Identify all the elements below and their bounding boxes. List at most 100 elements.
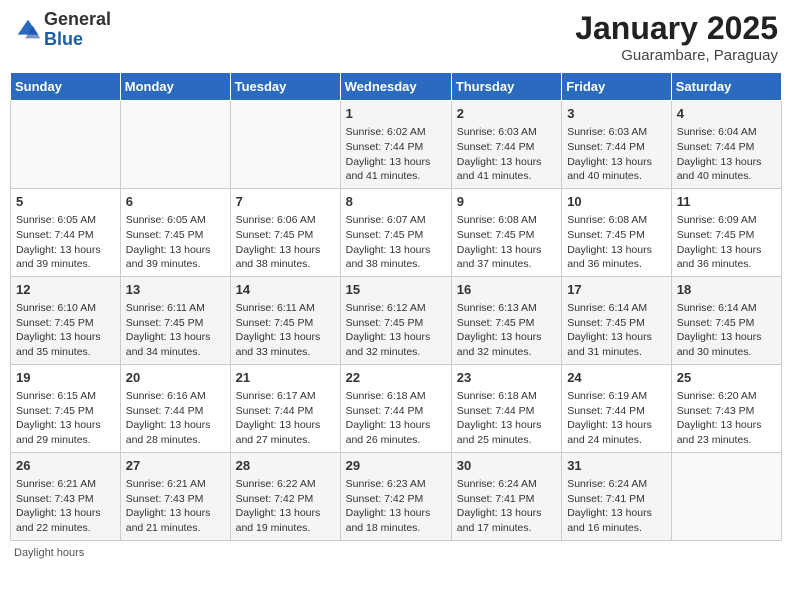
day-number: 16 xyxy=(457,281,556,299)
day-info: Sunrise: 6:07 AM Sunset: 7:45 PM Dayligh… xyxy=(346,213,446,272)
calendar-day-cell: 24Sunrise: 6:19 AM Sunset: 7:44 PM Dayli… xyxy=(562,364,672,452)
day-number: 13 xyxy=(126,281,225,299)
day-number: 15 xyxy=(346,281,446,299)
day-info: Sunrise: 6:24 AM Sunset: 7:41 PM Dayligh… xyxy=(567,477,666,536)
day-of-week-header: Friday xyxy=(562,73,672,101)
logo: General Blue xyxy=(14,10,111,50)
calendar-day-cell: 16 Sunrise: 6:13 AM Sunset: 7:45 PM Dayli… xyxy=(451,276,561,364)
day-info: Sunrise: 6:18 AM Sunset: 7:44 PM Dayligh… xyxy=(346,389,446,448)
day-number: 2 xyxy=(457,105,556,123)
calendar-day-cell xyxy=(230,101,340,189)
calendar-day-cell: 8 Sunrise: 6:07 AM Sunset: 7:45 PM Daylig… xyxy=(340,188,451,276)
calendar-day-cell: 14 Sunrise: 6:11 AM Sunset: 7:45 PM Dayli… xyxy=(230,276,340,364)
day-info: Sunrise: 6:06 AM Sunset: 7:45 PM Dayligh… xyxy=(236,213,335,272)
calendar-day-cell: 22 Sunrise: 6:18 AM Sunset: 7:44 PM Dayli… xyxy=(340,364,451,452)
day-of-week-header: Saturday xyxy=(671,73,781,101)
day-number: 17 xyxy=(567,281,666,299)
day-number: 18 xyxy=(677,281,776,299)
day-number: 3 xyxy=(567,105,666,123)
day-info: Sunrise: 6:08 AM Sunset: 7:45 PM Dayligh… xyxy=(567,213,666,272)
day-of-week-header: Thursday xyxy=(451,73,561,101)
day-number: 14 xyxy=(236,281,335,299)
day-number: 30 xyxy=(457,457,556,475)
day-info: Sunrise: 6:24 AM Sunset: 7:41 PM Dayligh… xyxy=(457,477,556,536)
calendar-day-cell: 27Sunrise: 6:21 AM Sunset: 7:43 PM Dayli… xyxy=(120,452,230,540)
calendar-day-cell xyxy=(671,452,781,540)
daylight-label: Daylight hours xyxy=(14,547,84,559)
day-info: Sunrise: 6:21 AM Sunset: 7:43 PM Dayligh… xyxy=(16,477,115,536)
day-number: 1 xyxy=(346,105,446,123)
calendar-day-cell: 11 Sunrise: 6:09 AM Sunset: 7:45 PM Dayli… xyxy=(671,188,781,276)
calendar-day-cell: 31 Sunrise: 6:24 AM Sunset: 7:41 PM Dayli… xyxy=(562,452,672,540)
calendar-week-row: 1Sunrise: 6:02 AM Sunset: 7:44 PM Daylig… xyxy=(11,101,782,189)
day-info: Sunrise: 6:09 AM Sunset: 7:45 PM Dayligh… xyxy=(677,213,776,272)
calendar-day-cell xyxy=(11,101,121,189)
logo-text: General Blue xyxy=(44,10,111,50)
calendar-day-cell: 26 Sunrise: 6:21 AM Sunset: 7:43 PM Dayli… xyxy=(11,452,121,540)
day-info: Sunrise: 6:05 AM Sunset: 7:45 PM Dayligh… xyxy=(126,213,225,272)
calendar-week-row: 12 Sunrise: 6:10 AM Sunset: 7:45 PM Dayli… xyxy=(11,276,782,364)
day-number: 8 xyxy=(346,193,446,211)
day-of-week-header: Monday xyxy=(120,73,230,101)
page-header: General Blue January 2025 Guarambare, Pa… xyxy=(10,10,782,64)
calendar-day-cell: 20 Sunrise: 6:16 AM Sunset: 7:44 PM Dayli… xyxy=(120,364,230,452)
day-info: Sunrise: 6:10 AM Sunset: 7:45 PM Dayligh… xyxy=(16,301,115,360)
calendar-day-cell: 6 Sunrise: 6:05 AM Sunset: 7:45 PM Daylig… xyxy=(120,188,230,276)
day-info: Sunrise: 6:15 AM Sunset: 7:45 PM Dayligh… xyxy=(16,389,115,448)
calendar-table: SundayMondayTuesdayWednesdayThursdayFrid… xyxy=(10,72,782,541)
day-info: Sunrise: 6:19 AM Sunset: 7:44 PM Dayligh… xyxy=(567,389,666,448)
day-number: 19 xyxy=(16,369,115,387)
day-number: 4 xyxy=(677,105,776,123)
day-info: Sunrise: 6:14 AM Sunset: 7:45 PM Dayligh… xyxy=(567,301,666,360)
day-info: Sunrise: 6:13 AM Sunset: 7:45 PM Dayligh… xyxy=(457,301,556,360)
day-number: 26 xyxy=(16,457,115,475)
day-info: Sunrise: 6:03 AM Sunset: 7:44 PM Dayligh… xyxy=(457,125,556,184)
day-number: 7 xyxy=(236,193,335,211)
day-number: 27 xyxy=(126,457,225,475)
calendar-day-cell: 13Sunrise: 6:11 AM Sunset: 7:45 PM Dayli… xyxy=(120,276,230,364)
day-info: Sunrise: 6:17 AM Sunset: 7:44 PM Dayligh… xyxy=(236,389,335,448)
day-number: 29 xyxy=(346,457,446,475)
calendar-week-row: 26 Sunrise: 6:21 AM Sunset: 7:43 PM Dayli… xyxy=(11,452,782,540)
calendar-day-cell: 23 Sunrise: 6:18 AM Sunset: 7:44 PM Dayli… xyxy=(451,364,561,452)
calendar-day-cell: 2 Sunrise: 6:03 AM Sunset: 7:44 PM Daylig… xyxy=(451,101,561,189)
calendar-day-cell: 3 Sunrise: 6:03 AM Sunset: 7:44 PM Daylig… xyxy=(562,101,672,189)
calendar-day-cell: 5Sunrise: 6:05 AM Sunset: 7:44 PM Daylig… xyxy=(11,188,121,276)
day-info: Sunrise: 6:04 AM Sunset: 7:44 PM Dayligh… xyxy=(677,125,776,184)
day-info: Sunrise: 6:03 AM Sunset: 7:44 PM Dayligh… xyxy=(567,125,666,184)
day-info: Sunrise: 6:14 AM Sunset: 7:45 PM Dayligh… xyxy=(677,301,776,360)
title-block: January 2025 Guarambare, Paraguay xyxy=(575,10,778,64)
calendar-day-cell: 17 Sunrise: 6:14 AM Sunset: 7:45 PM Dayli… xyxy=(562,276,672,364)
logo-icon xyxy=(14,16,42,44)
calendar-day-cell xyxy=(120,101,230,189)
calendar-day-cell: 25Sunrise: 6:20 AM Sunset: 7:43 PM Dayli… xyxy=(671,364,781,452)
day-number: 11 xyxy=(677,193,776,211)
day-number: 31 xyxy=(567,457,666,475)
day-number: 23 xyxy=(457,369,556,387)
day-info: Sunrise: 6:12 AM Sunset: 7:45 PM Dayligh… xyxy=(346,301,446,360)
day-of-week-header: Wednesday xyxy=(340,73,451,101)
day-info: Sunrise: 6:18 AM Sunset: 7:44 PM Dayligh… xyxy=(457,389,556,448)
day-number: 22 xyxy=(346,369,446,387)
day-info: Sunrise: 6:11 AM Sunset: 7:45 PM Dayligh… xyxy=(236,301,335,360)
day-info: Sunrise: 6:22 AM Sunset: 7:42 PM Dayligh… xyxy=(236,477,335,536)
day-number: 10 xyxy=(567,193,666,211)
day-number: 12 xyxy=(16,281,115,299)
logo-blue: Blue xyxy=(44,29,83,49)
calendar-day-cell: 12 Sunrise: 6:10 AM Sunset: 7:45 PM Dayli… xyxy=(11,276,121,364)
day-info: Sunrise: 6:23 AM Sunset: 7:42 PM Dayligh… xyxy=(346,477,446,536)
calendar-day-cell: 1Sunrise: 6:02 AM Sunset: 7:44 PM Daylig… xyxy=(340,101,451,189)
location-subtitle: Guarambare, Paraguay xyxy=(575,47,778,64)
day-number: 9 xyxy=(457,193,556,211)
day-info: Sunrise: 6:16 AM Sunset: 7:44 PM Dayligh… xyxy=(126,389,225,448)
day-info: Sunrise: 6:08 AM Sunset: 7:45 PM Dayligh… xyxy=(457,213,556,272)
day-number: 20 xyxy=(126,369,225,387)
footer: Daylight hours xyxy=(10,547,782,559)
day-number: 6 xyxy=(126,193,225,211)
calendar-week-row: 19 Sunrise: 6:15 AM Sunset: 7:45 PM Dayli… xyxy=(11,364,782,452)
day-of-week-header: Sunday xyxy=(11,73,121,101)
calendar-day-cell: 7 Sunrise: 6:06 AM Sunset: 7:45 PM Daylig… xyxy=(230,188,340,276)
day-info: Sunrise: 6:05 AM Sunset: 7:44 PM Dayligh… xyxy=(16,213,115,272)
calendar-day-cell: 4 Sunrise: 6:04 AM Sunset: 7:44 PM Daylig… xyxy=(671,101,781,189)
calendar-day-cell: 28Sunrise: 6:22 AM Sunset: 7:42 PM Dayli… xyxy=(230,452,340,540)
